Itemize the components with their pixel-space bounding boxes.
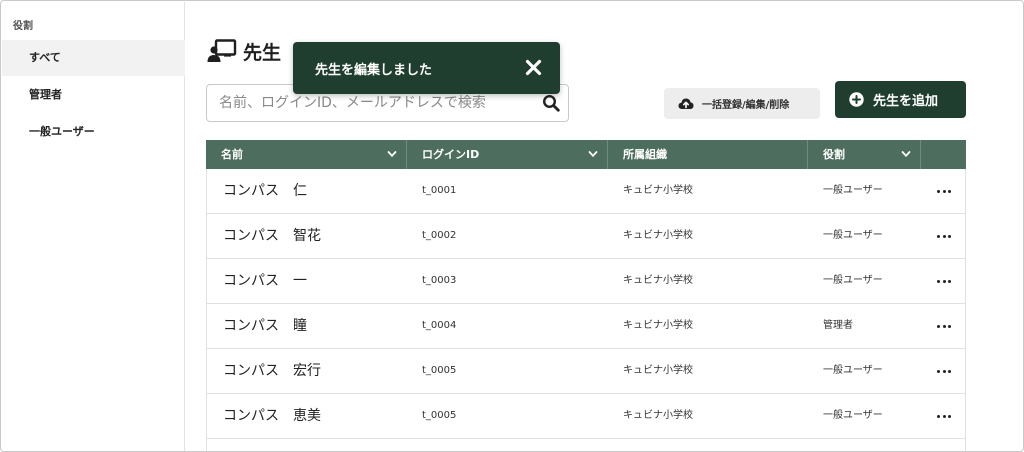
cell-role: 一般ユーザー <box>823 185 883 196</box>
column-header-login-id[interactable]: ログインID <box>407 140 608 169</box>
cell-role: 一般ユーザー <box>823 410 883 421</box>
teacher-table: 名前 ログインID 所属組織 役割 コンパス 仁 t_0001 キュビナ小学校 … <box>206 140 966 451</box>
add-teacher-button[interactable]: 先生を追加 <box>835 81 966 118</box>
cell-name: コンパス 仁 <box>223 183 307 199</box>
chevron-down-icon <box>588 151 598 158</box>
cell-org: キュビナ小学校 <box>623 185 693 196</box>
cell-login-id: t_0001 <box>422 185 457 196</box>
cell-org: キュビナ小学校 <box>623 275 693 286</box>
bulk-edit-label: 一括登録/編集/削除 <box>702 100 790 111</box>
sidebar-item-general-user[interactable]: 一般ユーザー <box>2 114 185 150</box>
cell-login-id: t_0004 <box>422 320 457 331</box>
toast-notification: 先生を編集しました <box>293 42 560 94</box>
sidebar-item-all[interactable]: すべて <box>2 40 185 76</box>
chevron-down-icon <box>901 151 911 158</box>
column-header-org: 所属組織 <box>608 140 808 169</box>
cell-org: キュビナ小学校 <box>623 320 693 331</box>
more-horizontal-icon[interactable] <box>935 318 953 334</box>
cell-name: コンパス 宏行 <box>223 363 321 379</box>
cell-name: コンパス 恵美 <box>223 408 321 424</box>
cell-role: 一般ユーザー <box>823 275 883 286</box>
table-header: 名前 ログインID 所属組織 役割 <box>206 140 966 169</box>
table-row[interactable]: コンパス 仁 t_0001 キュビナ小学校 一般ユーザー <box>206 169 966 214</box>
column-header-org-label: 所属組織 <box>623 148 667 161</box>
table-row[interactable]: コンパス 智花 t_0002 キュビナ小学校 一般ユーザー <box>206 214 966 259</box>
sidebar-heading: 役割 <box>13 21 33 32</box>
column-header-name-label: 名前 <box>221 148 243 161</box>
column-header-role-label: 役割 <box>823 148 845 161</box>
page-title: 先生 <box>243 41 282 64</box>
chevron-down-icon <box>387 151 397 158</box>
cell-name: コンパス 智花 <box>223 228 321 244</box>
toast-message: 先生を編集しました <box>315 62 433 78</box>
more-horizontal-icon[interactable] <box>935 408 953 424</box>
table-row[interactable]: コンパス 恵美 t_0005 キュビナ小学校 一般ユーザー <box>206 394 966 439</box>
table-row[interactable]: コンパス 瞳 t_0004 キュビナ小学校 管理者 <box>206 304 966 349</box>
cell-login-id: t_0005 <box>422 365 457 376</box>
page-header: 先生 <box>207 37 281 65</box>
more-horizontal-icon[interactable] <box>935 183 953 199</box>
cell-role: 一般ユーザー <box>823 230 883 241</box>
cell-org: キュビナ小学校 <box>623 230 693 241</box>
bulk-edit-button[interactable]: 一括登録/編集/削除 <box>664 88 820 119</box>
app-window: 役割 すべて 管理者 一般ユーザー 先生 先生を編集しました 名前、ログインID… <box>0 0 1024 452</box>
table-row-partial <box>206 439 966 451</box>
column-header-role[interactable]: 役割 <box>808 140 921 169</box>
cell-login-id: t_0003 <box>422 275 457 286</box>
table-row[interactable]: コンパス 一 t_0003 キュビナ小学校 一般ユーザー <box>206 259 966 304</box>
sidebar-item-admin[interactable]: 管理者 <box>2 77 185 113</box>
cell-org: キュビナ小学校 <box>623 365 693 376</box>
column-header-name[interactable]: 名前 <box>206 140 407 169</box>
add-teacher-label: 先生を追加 <box>873 94 939 109</box>
cell-name: コンパス 一 <box>223 273 307 289</box>
cell-role: 管理者 <box>823 320 853 331</box>
cloud-upload-icon <box>678 98 694 109</box>
plus-circle-icon <box>849 92 864 107</box>
cell-role: 一般ユーザー <box>823 365 883 376</box>
teacher-board-icon <box>207 39 237 62</box>
cell-login-id: t_0002 <box>422 230 457 241</box>
cell-name: コンパス 瞳 <box>223 318 307 334</box>
cell-login-id: t_0005 <box>422 410 457 421</box>
close-icon[interactable] <box>525 59 542 76</box>
more-horizontal-icon[interactable] <box>935 273 953 289</box>
cell-org: キュビナ小学校 <box>623 410 693 421</box>
search-icon[interactable] <box>542 94 560 112</box>
more-horizontal-icon[interactable] <box>935 363 953 379</box>
table-row[interactable]: コンパス 宏行 t_0005 キュビナ小学校 一般ユーザー <box>206 349 966 394</box>
more-horizontal-icon[interactable] <box>935 228 953 244</box>
column-header-login-id-label: ログインID <box>422 148 480 161</box>
sidebar: 役割 すべて 管理者 一般ユーザー <box>2 2 185 451</box>
